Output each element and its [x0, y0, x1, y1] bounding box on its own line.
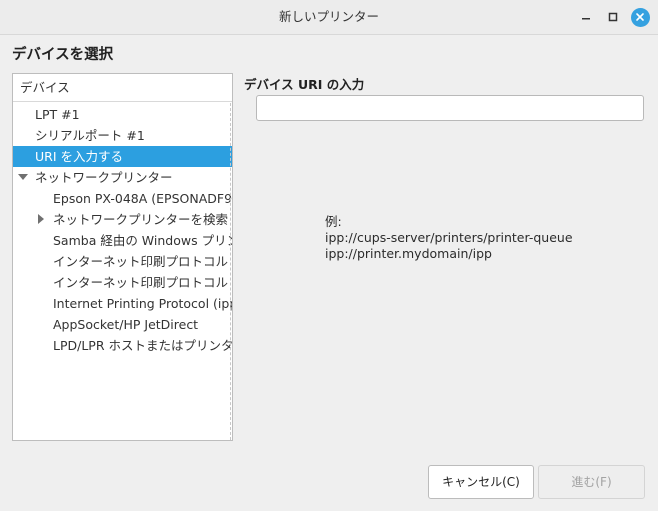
example-line: ipp://cups-server/printers/printer-queue	[325, 230, 573, 245]
title-bar: 新しいプリンター	[0, 0, 658, 35]
tree-row-label: AppSocket/HP JetDirect	[53, 317, 199, 332]
tree-row-find-network-printer[interactable]: ネットワークプリンターを検索	[13, 209, 232, 230]
window-title: 新しいプリンター	[278, 9, 379, 24]
expander-expanded-icon[interactable]	[18, 174, 28, 180]
tree-row-label: Epson PX-048A (EPSONADF91	[53, 191, 232, 206]
next-button[interactable]: 進む(F)	[538, 465, 645, 499]
minimize-button[interactable]	[575, 6, 597, 28]
new-printer-dialog: 新しいプリンター デバイスを選択 デバイス LPT #1 シリアルポート #1 …	[0, 0, 658, 511]
tree-row-label: Internet Printing Protocol (ipp)	[53, 296, 232, 311]
tree-row-label: ネットワークプリンターを検索	[53, 212, 229, 227]
uri-example: 例: ipp://cups-server/printers/printer-qu…	[325, 214, 573, 262]
tree-row-label: シリアルポート #1	[35, 128, 145, 143]
tree-row-serial-port[interactable]: シリアルポート #1	[13, 125, 232, 146]
tree-row-label: URI を入力する	[35, 149, 123, 164]
tree-row-network-printer[interactable]: ネットワークプリンター	[13, 167, 232, 188]
minimize-icon	[582, 18, 590, 20]
device-tree-header[interactable]: デバイス	[13, 74, 232, 102]
tree-row-ipp[interactable]: Internet Printing Protocol (ipp)	[13, 293, 232, 314]
tree-row-samba[interactable]: Samba 経由の Windows プリンター	[13, 230, 232, 251]
tree-row-lpd-lpr[interactable]: LPD/LPR ホストまたはプリンター	[13, 335, 232, 356]
close-button[interactable]	[629, 6, 651, 28]
device-tree[interactable]: デバイス LPT #1 シリアルポート #1 URI を入力する ネットワークプ…	[12, 73, 233, 441]
maximize-button[interactable]	[602, 6, 624, 28]
tree-row-label: LPD/LPR ホストまたはプリンター	[53, 338, 232, 353]
close-icon	[630, 7, 650, 27]
uri-field-label: デバイス URI の入力	[244, 77, 365, 92]
example-heading: 例:	[325, 214, 342, 229]
tree-row-label: ネットワークプリンター	[35, 170, 173, 185]
tree-row-label: LPT #1	[35, 107, 80, 122]
column-divider	[230, 103, 231, 440]
uri-input[interactable]	[256, 95, 644, 121]
tree-row-label: Samba 経由の Windows プリンター	[53, 233, 232, 248]
tree-row-ipp-https[interactable]: インターネット印刷プロトコル (https)	[13, 251, 232, 272]
tree-row-enter-uri[interactable]: URI を入力する	[13, 146, 232, 167]
tree-row-ipp-ipps[interactable]: インターネット印刷プロトコル (ipps)	[13, 272, 232, 293]
tree-row-epson-printer[interactable]: Epson PX-048A (EPSONADF91	[13, 188, 232, 209]
tree-row-lpt1[interactable]: LPT #1	[13, 104, 232, 125]
example-line: ipp://printer.mydomain/ipp	[325, 246, 492, 261]
cancel-button[interactable]: キャンセル(C)	[428, 465, 534, 499]
page-title: デバイスを選択	[12, 47, 114, 63]
expander-collapsed-icon[interactable]	[38, 214, 44, 224]
tree-row-appsocket[interactable]: AppSocket/HP JetDirect	[13, 314, 232, 335]
tree-row-label: インターネット印刷プロトコル (ipps)	[53, 275, 232, 290]
maximize-icon	[608, 12, 618, 22]
tree-row-label: インターネット印刷プロトコル (https)	[53, 254, 232, 269]
